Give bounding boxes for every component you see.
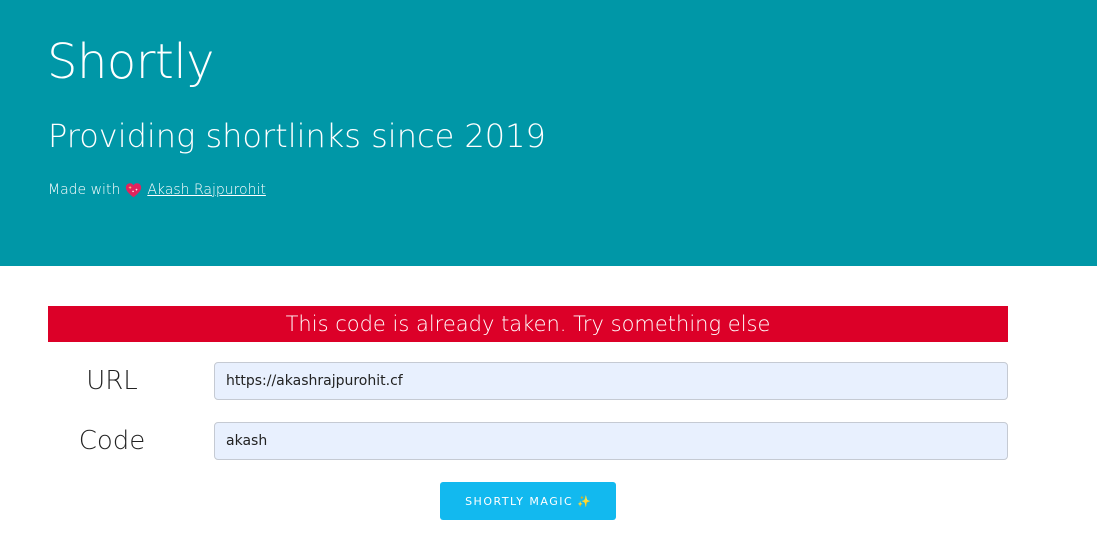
url-label: URL xyxy=(86,366,138,396)
error-alert: This code is already taken. Try somethin… xyxy=(48,306,1008,342)
sparkles-icon: ✨ xyxy=(577,494,591,508)
shortly-magic-button[interactable]: Shortly magic ✨ xyxy=(440,482,616,520)
code-label: Code xyxy=(78,426,146,456)
hero-banner: Shortly Providing shortlinks since 2019 … xyxy=(0,0,1097,266)
site-title: Shortly xyxy=(47,34,215,90)
submit-button-label: Shortly magic xyxy=(465,494,574,508)
author-link[interactable]: Akash Rajpurohit xyxy=(147,180,266,200)
sparkling-heart-icon xyxy=(125,182,142,199)
credit-line: Made with Akash Rajpurohit xyxy=(48,180,266,200)
site-subtitle: Providing shortlinks since 2019 xyxy=(48,117,546,155)
code-input[interactable] xyxy=(214,422,1008,460)
credit-prefix: Made with xyxy=(48,182,121,198)
url-input[interactable] xyxy=(214,362,1008,400)
